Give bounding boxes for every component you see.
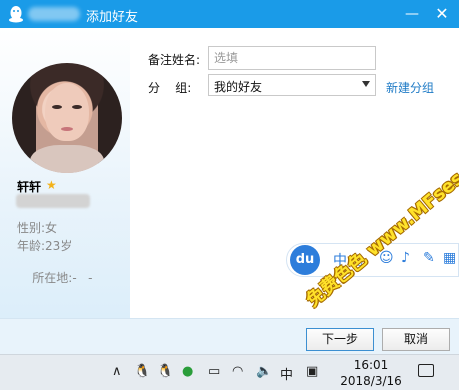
- gender-row: 性别:女: [17, 219, 57, 236]
- new-group-link[interactable]: 新建分组: [386, 79, 434, 96]
- baidu-ime-logo[interactable]: du: [290, 245, 320, 275]
- battery-icon[interactable]: ▭: [208, 364, 220, 379]
- group-select[interactable]: 我的好友: [208, 74, 376, 96]
- show-hidden-icons-chevron-icon[interactable]: ∧: [112, 364, 122, 379]
- next-button[interactable]: 下一步: [306, 328, 374, 351]
- location-row: 所在地:- -: [17, 255, 92, 300]
- star-icon: ★: [46, 178, 57, 192]
- volume-icon[interactable]: 🔈: [256, 364, 272, 379]
- clock-time: 16:01: [353, 358, 389, 372]
- blurred-qq-number: [16, 194, 90, 208]
- watermark: 免费色色 www.MFsese.com: [302, 128, 459, 312]
- taskbar-ime-indicator[interactable]: 中: [280, 364, 293, 383]
- nickname: 轩轩: [17, 180, 42, 194]
- minimize-button[interactable]: —: [402, 4, 422, 24]
- voice-icon[interactable]: ♪: [401, 250, 410, 266]
- avatar: [12, 63, 122, 173]
- qq-tray-icon[interactable]: 🐧: [134, 364, 150, 379]
- gender-value: 女: [45, 221, 58, 235]
- age-row: 年龄:23岁: [17, 237, 72, 254]
- ime-toolbar: du 中 。 ☺ ♪ ✎ ▦: [286, 243, 459, 277]
- profile-pane: 轩轩 ★ 性别:女 年龄:23岁 所在地:- -: [0, 28, 130, 318]
- skin-icon[interactable]: ✎: [423, 250, 435, 266]
- clock[interactable]: 16:01 2018/3/16: [338, 357, 404, 389]
- taskbar: ∧ 🐧 🐧 ● ▭ ◠ 🔈 中 ▣ 16:01 2018/3/16: [0, 354, 459, 390]
- punctuation-icon[interactable]: 。: [357, 250, 371, 270]
- blurred-account-name: [28, 7, 80, 21]
- dropdown-arrow-icon[interactable]: [362, 81, 370, 87]
- group-select-value: 我的好友: [214, 80, 263, 94]
- close-button[interactable]: ✕: [432, 4, 452, 24]
- gender-label: 性别:: [17, 221, 46, 235]
- notification-center-icon[interactable]: [418, 364, 434, 377]
- remark-label: 备注姓名:: [148, 53, 201, 67]
- emoji-icon[interactable]: ☺: [379, 250, 394, 266]
- location-value: - -: [72, 271, 93, 285]
- window-title: 添加好友: [86, 10, 139, 25]
- ime-tray-icon[interactable]: ▣: [306, 364, 318, 379]
- ime-mode-toggle[interactable]: 中: [333, 250, 347, 270]
- remark-name-input[interactable]: [208, 46, 376, 70]
- age-label: 年龄:: [17, 239, 46, 253]
- wifi-icon[interactable]: ◠: [232, 364, 243, 379]
- menu-icon[interactable]: ▦: [443, 250, 456, 266]
- age-value: 23岁: [45, 239, 73, 253]
- qq-tray-icon-2[interactable]: 🐧: [157, 364, 173, 379]
- group-label: 分 组:: [148, 81, 192, 95]
- clock-date: 2018/3/16: [340, 374, 402, 388]
- security-tray-icon[interactable]: ●: [182, 364, 193, 379]
- dialog-footer: 下一步 取消: [0, 318, 459, 354]
- cancel-button[interactable]: 取消: [382, 328, 450, 351]
- qq-penguin-icon: [9, 6, 23, 23]
- title-bar: 添加好友 — ✕: [0, 0, 459, 28]
- location-label: 所在地:: [32, 271, 73, 285]
